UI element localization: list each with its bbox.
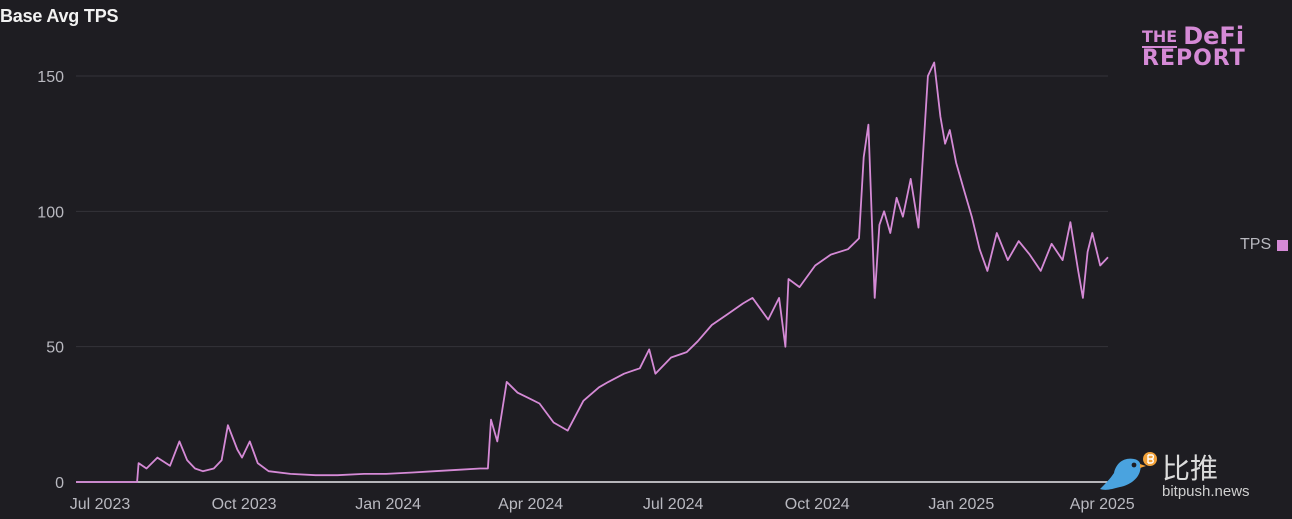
watermark-chinese-text: 比推 bbox=[1162, 452, 1219, 485]
logo-report-text: REPORT bbox=[1142, 46, 1246, 71]
bitpush-watermark: 比推 bitpush.news bbox=[1096, 447, 1286, 505]
legend: TPS bbox=[1240, 236, 1289, 254]
watermark-url: bitpush.news bbox=[1162, 483, 1250, 500]
x-tick-label: Jul 2024 bbox=[643, 496, 704, 513]
x-axis-ticks: Jul 2023 Oct 2023 Jan 2024 Apr 2024 Jul 2024… bbox=[70, 496, 1135, 513]
bird-logo-icon bbox=[1100, 452, 1157, 490]
x-tick-label: Apr 2024 bbox=[498, 496, 563, 513]
line-chart: 0 50 100 150 Jul 2023 Oct 2023 Jan 2024 Apr 20… bbox=[37, 61, 1135, 513]
y-tick-label: 150 bbox=[37, 69, 64, 86]
grid-lines bbox=[76, 75, 1108, 483]
x-tick-label: Jan 2025 bbox=[928, 496, 994, 513]
the-defi-report-logo: THE DeFi REPORT bbox=[1142, 24, 1254, 70]
y-tick-label: 50 bbox=[46, 340, 64, 357]
series-layer bbox=[76, 61, 1109, 483]
y-axis-ticks: 0 50 100 150 bbox=[37, 69, 64, 492]
legend-swatch-tps bbox=[1277, 239, 1289, 251]
legend-label-tps: TPS bbox=[1240, 236, 1272, 253]
x-tick-label: Jul 2023 bbox=[70, 496, 131, 513]
y-tick-label: 100 bbox=[37, 204, 64, 221]
x-tick-label: Jan 2024 bbox=[355, 496, 421, 513]
series-line-tps bbox=[76, 61, 1109, 483]
x-tick-label: Oct 2024 bbox=[785, 496, 850, 513]
y-tick-label: 0 bbox=[55, 475, 64, 492]
logo-defi-text: DeFi bbox=[1183, 22, 1245, 50]
x-tick-label: Oct 2023 bbox=[212, 496, 277, 513]
